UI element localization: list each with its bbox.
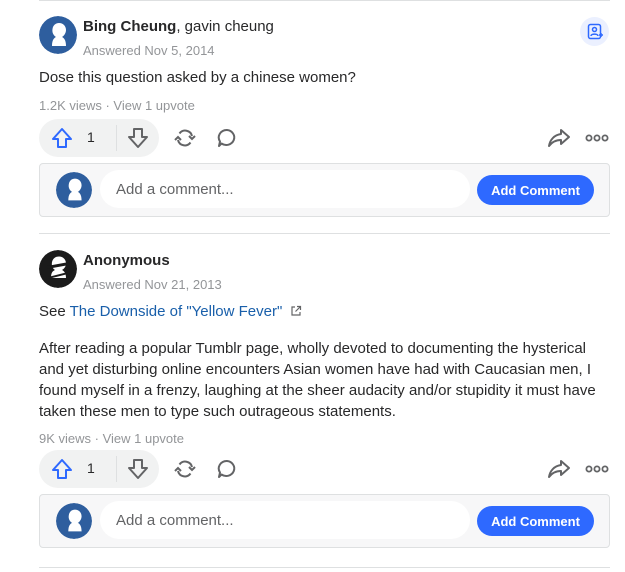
upvote-count: 1 [87, 129, 95, 145]
answer-divider [39, 567, 610, 568]
upvote-arrow-icon [52, 128, 72, 148]
vote-separator [116, 456, 117, 482]
more-options-button[interactable] [584, 125, 610, 151]
see-also-link[interactable]: The Downside of "Yellow Fever" [70, 303, 283, 320]
upvote-arrow-icon [52, 459, 72, 479]
comment-button[interactable] [214, 456, 240, 482]
see-also-line: See The Downside of "Yellow Fever" [39, 301, 610, 322]
comment-composer: Add Comment [39, 494, 610, 548]
comment-input[interactable] [100, 501, 470, 539]
comment-composer: Add Comment [39, 163, 610, 217]
downvote-arrow-icon [128, 459, 148, 479]
answer-divider [39, 233, 610, 234]
external-link-icon [291, 305, 302, 316]
downvote-button[interactable] [125, 457, 151, 481]
author-avatar [39, 250, 77, 288]
ellipsis-icon [585, 465, 609, 473]
upvote-button[interactable] [49, 126, 75, 150]
see-prefix: See [39, 303, 66, 320]
author-name: Anonymous [83, 252, 170, 269]
ellipsis-icon [585, 134, 609, 142]
vote-group: 1 [39, 450, 159, 488]
upvote-button[interactable] [49, 457, 75, 481]
author-line: Anonymous [83, 252, 170, 269]
current-user-avatar [56, 172, 92, 208]
author-name[interactable]: Bing Cheung [83, 18, 176, 35]
upvote-count: 1 [87, 460, 95, 476]
default-avatar-icon [56, 503, 92, 539]
action-bar: 1 [39, 119, 610, 157]
answer-body: Dose this question asked by a chinese wo… [39, 69, 356, 86]
default-avatar-icon [39, 16, 77, 54]
default-avatar-icon [56, 172, 92, 208]
repost-icon [174, 460, 196, 478]
top-divider [39, 0, 610, 1]
share-button[interactable] [546, 456, 572, 482]
current-user-avatar [56, 503, 92, 539]
action-bar: 1 [39, 450, 610, 488]
anonymous-avatar-icon [39, 250, 77, 288]
answer-stats[interactable]: 9K views · View 1 upvote [39, 431, 184, 446]
follow-person-icon [587, 23, 603, 40]
answer-body: After reading a popular Tumblr page, who… [39, 340, 596, 420]
share-arrow-icon [548, 129, 570, 147]
vote-group: 1 [39, 119, 159, 157]
author-avatar[interactable] [39, 16, 77, 54]
more-options-button[interactable] [584, 456, 610, 482]
repost-icon [174, 129, 196, 147]
vote-separator [116, 125, 117, 151]
share-repost-button[interactable] [172, 125, 198, 151]
answer-stats[interactable]: 1.2K views · View 1 upvote [39, 98, 195, 113]
share-arrow-icon [548, 460, 570, 478]
comment-input[interactable] [100, 170, 470, 208]
author-line: Bing Cheung, gavin cheung [83, 18, 274, 35]
author-credential: , gavin cheung [176, 18, 274, 35]
comment-bubble-icon [217, 459, 236, 478]
downvote-arrow-icon [128, 128, 148, 148]
share-repost-button[interactable] [172, 456, 198, 482]
comment-button[interactable] [214, 125, 240, 151]
comment-bubble-icon [217, 128, 236, 147]
downvote-button[interactable] [125, 126, 151, 150]
add-comment-button[interactable]: Add Comment [477, 506, 594, 536]
answer-date[interactable]: Answered Nov 21, 2013 [83, 277, 222, 292]
add-comment-button[interactable]: Add Comment [477, 175, 594, 205]
follow-button[interactable] [580, 17, 609, 46]
share-button[interactable] [546, 125, 572, 151]
answer-date[interactable]: Answered Nov 5, 2014 [83, 43, 215, 58]
